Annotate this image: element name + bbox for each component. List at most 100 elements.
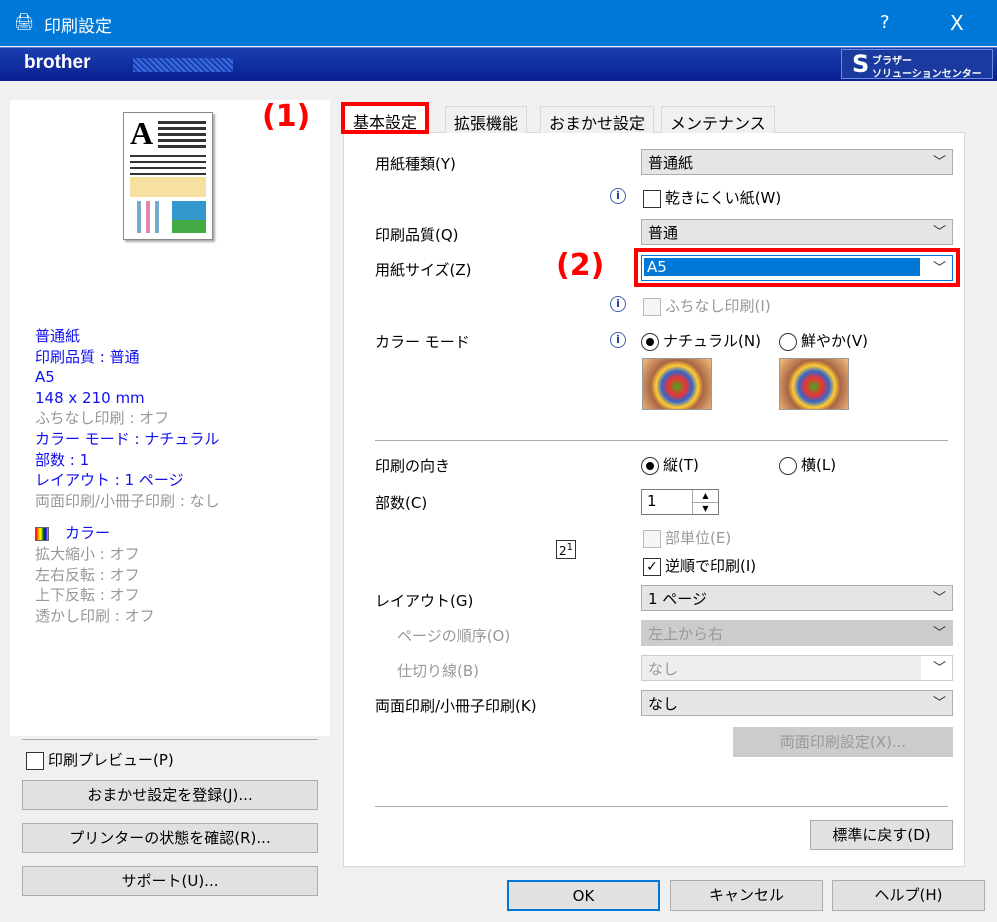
copies-spinner[interactable]: 1 ▲ ▼ bbox=[641, 489, 719, 515]
chevron-down-icon: ﹀ bbox=[932, 261, 946, 276]
duplex-value: なし bbox=[648, 695, 679, 713]
copies-label: 部数(C) bbox=[375, 494, 428, 512]
increment-icon[interactable]: ▲ bbox=[692, 490, 718, 502]
summary-paper-type: 普通紙 bbox=[35, 327, 81, 345]
help-title-button[interactable]: ? bbox=[880, 12, 890, 33]
summary-layout: レイアウト : 1 ページ bbox=[35, 471, 184, 490]
portrait-radio[interactable]: 縦(T) bbox=[641, 454, 699, 475]
ok-button[interactable]: OK bbox=[507, 880, 660, 911]
info-icon[interactable]: i bbox=[610, 332, 626, 348]
marker-2: (2) bbox=[556, 248, 605, 283]
layout-value: 1 ページ bbox=[648, 590, 708, 608]
summary-copies: 部数 : 1 bbox=[35, 450, 90, 469]
print-preview-label: 印刷プレビュー(P) bbox=[48, 751, 174, 769]
paper-size-value: A5 bbox=[644, 258, 920, 276]
solutions-logo-icon: S bbox=[852, 50, 870, 78]
summary-flip: 上下反転 : オフ bbox=[35, 586, 140, 605]
border-line-select[interactable]: なし ﹀ bbox=[641, 655, 953, 681]
printer-icon: 🖨 bbox=[14, 12, 35, 31]
chevron-down-icon: ﹀ bbox=[932, 591, 946, 606]
vivid-radio[interactable]: 鮮やか(V) bbox=[779, 330, 868, 351]
duplex-select[interactable]: なし ﹀ bbox=[641, 690, 953, 716]
left-divider bbox=[22, 739, 318, 740]
chevron-down-icon: ﹀ bbox=[932, 225, 946, 240]
print-preview-checkbox[interactable]: 印刷プレビュー(P) bbox=[26, 749, 174, 770]
help-button[interactable]: ヘルプ(H) bbox=[832, 880, 985, 911]
orientation-label: 印刷の向き bbox=[375, 457, 451, 475]
summary-duplex: 両面印刷/小冊子印刷 : なし bbox=[35, 491, 220, 510]
tab-presets[interactable]: おまかせ設定 bbox=[540, 106, 655, 133]
natural-sample-image bbox=[642, 358, 712, 410]
brother-logo: brother bbox=[24, 52, 91, 73]
duplex-label: 両面印刷/小冊子印刷(K) bbox=[375, 697, 537, 715]
summary-color-mode: カラー モード : ナチュラル bbox=[35, 429, 220, 448]
tab-basic[interactable]: 基本設定 bbox=[341, 102, 430, 134]
paper-size-label: 用紙サイズ(Z) bbox=[375, 261, 472, 279]
restore-defaults-button[interactable]: 標準に戻す(D) bbox=[810, 820, 953, 850]
layout-select[interactable]: 1 ページ ﹀ bbox=[641, 585, 953, 611]
divider bbox=[375, 806, 948, 807]
settings-summary: 普通紙 印刷品質 : 普通 A5 148 x 210 mm ふちなし印刷 : オ… bbox=[35, 326, 220, 626]
natural-radio[interactable]: ナチュラル(N) bbox=[641, 330, 761, 351]
page-order-label: ページの順序(O) bbox=[397, 627, 511, 645]
summary-scaling: 拡大縮小 : オフ bbox=[35, 544, 140, 563]
slow-dry-checkbox[interactable]: 乾きにくい紙(W) bbox=[643, 187, 781, 208]
portrait-label: 縦(T) bbox=[663, 456, 699, 474]
summary-dimensions: 148 x 210 mm bbox=[35, 388, 145, 407]
paper-size-select[interactable]: A5 ﹀ bbox=[641, 255, 953, 281]
close-button[interactable]: X bbox=[950, 11, 964, 35]
reverse-order-checkbox[interactable]: ✓ 逆順で印刷(I) bbox=[643, 555, 756, 576]
slow-dry-label: 乾きにくい紙(W) bbox=[665, 189, 782, 207]
support-button[interactable]: サポート(U)... bbox=[22, 866, 318, 896]
collate-label: 部単位(E) bbox=[665, 529, 732, 547]
landscape-radio[interactable]: 横(L) bbox=[779, 454, 836, 475]
printer-status-button[interactable]: プリンターの状態を確認(R)... bbox=[22, 823, 318, 853]
reverse-order-label: 逆順で印刷(I) bbox=[665, 557, 757, 575]
summary-color: カラー bbox=[65, 524, 111, 543]
page-preview-image: A bbox=[123, 112, 213, 240]
info-icon[interactable]: i bbox=[610, 188, 626, 204]
paper-type-label: 用紙種類(Y) bbox=[375, 155, 456, 173]
chevron-down-icon: ﹀ bbox=[932, 155, 946, 170]
window-title: 印刷設定 bbox=[44, 17, 112, 37]
divider bbox=[375, 440, 948, 441]
title-bar: 🖨 印刷設定 ? X bbox=[0, 0, 997, 46]
paper-type-select[interactable]: 普通紙 ﹀ bbox=[641, 149, 953, 175]
page-order-select[interactable]: 左上から右 ﹀ bbox=[641, 620, 953, 646]
tab-advanced[interactable]: 拡張機能 bbox=[445, 106, 528, 133]
vivid-label: 鮮やか(V) bbox=[801, 332, 868, 350]
chevron-down-icon: ﹀ bbox=[932, 661, 946, 676]
page-order-value: 左上から右 bbox=[648, 625, 724, 643]
marker-1: (1) bbox=[262, 99, 311, 134]
quality-value: 普通 bbox=[648, 224, 679, 242]
summary-quality: 印刷品質 : 普通 bbox=[35, 347, 140, 366]
border-line-value: なし bbox=[648, 660, 679, 678]
solutions-center-button[interactable]: S ブラザー ソリューションセンター bbox=[841, 49, 993, 80]
borderless-checkbox[interactable]: ふちなし印刷(I) bbox=[643, 295, 771, 316]
preview-panel: A 普通紙 印刷品質 : 普通 A5 148 x 210 mm ふちなし印刷 :… bbox=[10, 100, 330, 736]
vivid-sample-image bbox=[779, 358, 849, 410]
register-preset-button[interactable]: おまかせ設定を登録(J)... bbox=[22, 780, 318, 810]
borderless-label: ふちなし印刷(I) bbox=[665, 297, 771, 315]
summary-mirror: 左右反転 : オフ bbox=[35, 565, 140, 584]
landscape-label: 横(L) bbox=[801, 456, 837, 474]
summary-borderless: ふちなし印刷 : オフ bbox=[35, 409, 170, 428]
info-icon[interactable]: i bbox=[610, 296, 626, 312]
collate-checkbox[interactable]: 部単位(E) bbox=[643, 527, 731, 548]
natural-label: ナチュラル(N) bbox=[663, 332, 761, 350]
quality-label: 印刷品質(Q) bbox=[375, 226, 459, 244]
collate-order-icon: 21 bbox=[556, 540, 577, 559]
summary-watermark: 透かし印刷 : オフ bbox=[35, 606, 155, 625]
cancel-button[interactable]: キャンセル bbox=[670, 880, 823, 911]
copies-value: 1 bbox=[647, 492, 657, 510]
chevron-down-icon: ﹀ bbox=[932, 626, 946, 641]
paper-type-value: 普通紙 bbox=[648, 154, 694, 172]
decrement-icon[interactable]: ▼ bbox=[692, 502, 718, 514]
layout-label: レイアウト(G) bbox=[375, 592, 474, 610]
quality-select[interactable]: 普通 ﹀ bbox=[641, 219, 953, 245]
chevron-down-icon: ﹀ bbox=[932, 696, 946, 711]
duplex-settings-button[interactable]: 両面印刷設定(X)... bbox=[733, 727, 953, 757]
color-icon bbox=[35, 526, 49, 541]
tab-maintenance[interactable]: メンテナンス bbox=[661, 106, 775, 133]
color-mode-label: カラー モード bbox=[375, 333, 470, 351]
